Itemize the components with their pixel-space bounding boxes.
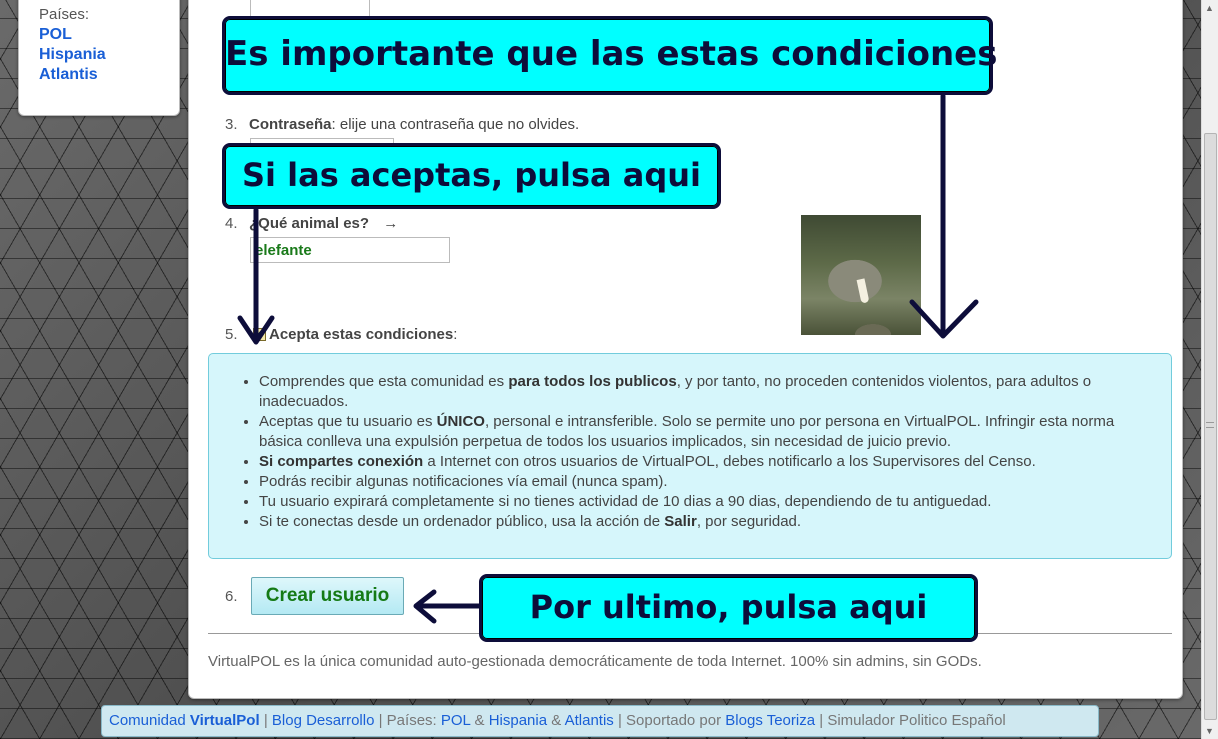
separator: | xyxy=(263,712,268,729)
callout-conditions-important: Es importante que las estas condiciones xyxy=(222,16,997,95)
paises-label: | Países: xyxy=(378,712,437,729)
scroll-down-icon[interactable]: ▼ xyxy=(1205,726,1214,736)
footer-hispania-link[interactable]: Hispania xyxy=(489,712,547,729)
separator: & xyxy=(551,712,562,729)
accept-conditions-checkbox[interactable]: ✔ xyxy=(253,328,266,341)
countries-label: Países: xyxy=(39,6,90,23)
elephant-captcha-image xyxy=(801,215,921,335)
create-user-button[interactable]: Crear usuario xyxy=(251,577,404,615)
password-label: Contraseña xyxy=(249,116,332,133)
step-password: 3. Contraseña: elije una contraseña que n… xyxy=(225,116,579,133)
country-link-hispania[interactable]: Hispania xyxy=(39,45,179,65)
footer-text: VirtualPOL es la única comunidad auto-ge… xyxy=(208,653,982,670)
footer-atlantis-link[interactable]: Atlantis xyxy=(565,712,614,729)
step-number: 4. xyxy=(225,215,238,232)
separator: & xyxy=(474,712,485,729)
scrollbar-grip-icon xyxy=(1206,422,1214,428)
accept-conditions-label: Acepta estas condiciones xyxy=(269,326,454,343)
country-link-pol[interactable]: POL xyxy=(39,25,179,45)
conditions-list: Comprendes que esta comunidad es para to… xyxy=(239,372,1157,532)
step-animal: 4. ¿Qué animal es? → xyxy=(225,215,398,232)
password-hint: : elije una contraseña que no olvides. xyxy=(331,116,580,133)
blog-desarrollo-link[interactable]: Blog Desarrollo xyxy=(272,712,375,729)
condition-item: Comprendes que esta comunidad es para to… xyxy=(259,372,1157,412)
blogs-teoriza-link[interactable]: Blogs Teoriza xyxy=(725,712,815,729)
step-number: 5. xyxy=(225,326,238,343)
step-number: 3. xyxy=(225,116,238,133)
colon: : xyxy=(453,326,458,343)
bottom-links-bar: Comunidad VirtualPol | Blog Desarrollo |… xyxy=(101,705,1099,737)
condition-item: Si compartes conexión a Internet con otr… xyxy=(259,452,1157,472)
country-link-atlantis[interactable]: Atlantis xyxy=(39,65,179,85)
soportado-label: | Soportado por xyxy=(617,712,722,729)
callout-last-click: Por ultimo, pulsa aqui xyxy=(479,574,978,642)
condition-item: Si te conectas desde un ordenador públic… xyxy=(259,512,1157,532)
callout-accept-click: Si las aceptas, pulsa aqui xyxy=(222,143,721,209)
countries-panel: Países: POL Hispania Atlantis xyxy=(18,0,180,116)
comunidad-link[interactable]: Comunidad VirtualPol xyxy=(109,712,260,729)
right-arrow-icon: → xyxy=(383,215,399,232)
vertical-scrollbar[interactable]: ▲ ▼ xyxy=(1201,0,1218,739)
conditions-box: Comprendes que esta comunidad es para to… xyxy=(208,353,1172,559)
scroll-up-icon[interactable]: ▲ xyxy=(1205,3,1214,13)
animal-question-label: ¿Qué animal es? xyxy=(249,215,370,232)
condition-item: Aceptas que tu usuario es ÚNICO, persona… xyxy=(259,412,1157,452)
simulador-label: | Simulador Politico Español xyxy=(819,712,1006,729)
condition-item: Podrás recibir algunas notificaciones ví… xyxy=(259,472,1157,492)
condition-item: Tu usuario expirará completamente si no … xyxy=(259,492,1157,512)
step-number: 6. xyxy=(225,588,238,605)
footer-pol-link[interactable]: POL xyxy=(441,712,470,729)
step-create: 6. xyxy=(225,588,249,605)
animal-answer-input[interactable] xyxy=(250,237,450,263)
